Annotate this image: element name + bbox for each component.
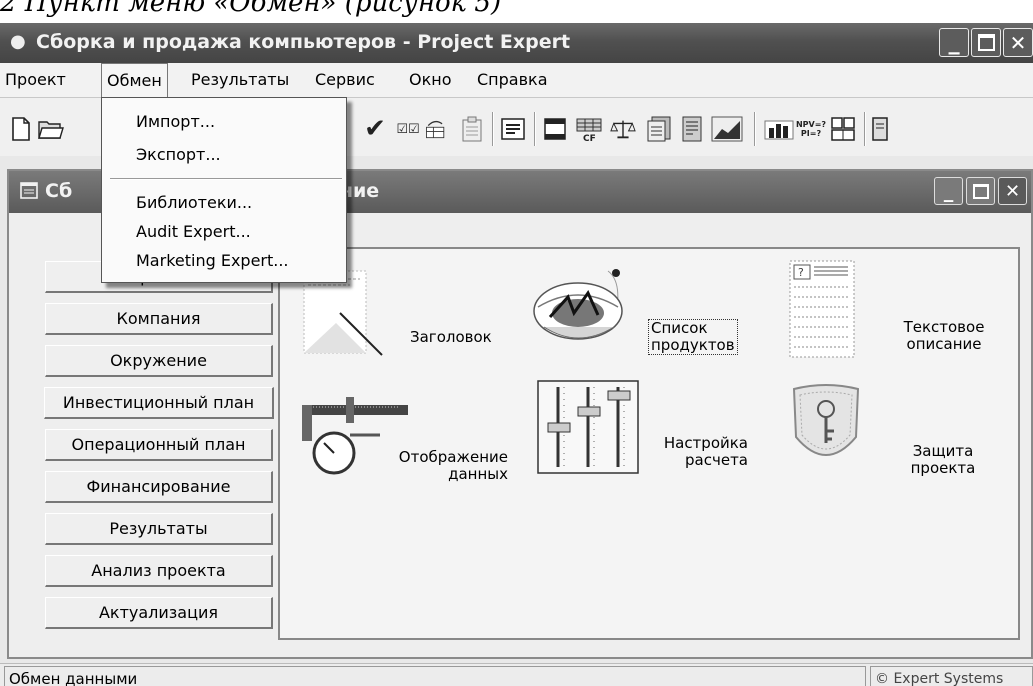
npv-pi-icon[interactable]: NPV=? PI=? [796, 116, 826, 142]
status-bar: Обмен данными © Expert Systems [0, 663, 1033, 686]
item-label-protection-line2: проекта [910, 459, 976, 477]
minimize-icon: ▁ [948, 38, 960, 55]
text-document-icon: ? [789, 260, 855, 358]
nav-project-analysis[interactable]: Анализ проекта [45, 555, 273, 587]
svg-text:?: ? [798, 266, 804, 279]
window-controls: ▁ ✕ [939, 28, 1033, 57]
nav-environment[interactable]: Окружение [45, 345, 273, 377]
menu-service[interactable]: Сервис [310, 63, 380, 97]
maximize-icon [977, 34, 995, 51]
data-display-label: Отображение данных [378, 449, 508, 483]
svg-text:CF: CF [583, 134, 596, 142]
menu-exchange[interactable]: Обмен [101, 63, 168, 97]
item-label-display-line1: Отображение [398, 448, 508, 466]
lightbulb-icon: ● [10, 31, 26, 52]
calculation-settings-item[interactable]: Настройка расчета [536, 377, 766, 487]
item-label-list-line1: Список [651, 319, 708, 337]
product-basket-icon [533, 269, 623, 340]
nav-results[interactable]: Результаты [45, 513, 273, 545]
item-label-display-line2: данных [448, 465, 508, 483]
menu-separator [110, 178, 342, 180]
minimize-button[interactable]: ▁ [939, 28, 969, 57]
bar-chart-icon[interactable] [764, 116, 794, 142]
item-label-protection-line1: Защита [912, 442, 974, 460]
title-bar[interactable]: ● Сборка и продажа компьютеров - Project… [0, 23, 1033, 63]
child-minimize-button[interactable]: ▁ [934, 177, 963, 205]
maximize-button[interactable] [971, 28, 1001, 57]
nav-company[interactable]: Компания [45, 303, 273, 335]
document-icon[interactable] [679, 116, 705, 142]
cashflow-chart-icon[interactable]: CF [573, 116, 605, 142]
status-message: Обмен данными [4, 666, 866, 686]
window-icon[interactable] [542, 116, 568, 142]
menu-bar: Проект Обмен Результаты Сервис Окно Спра… [0, 63, 1033, 98]
calculation-settings-label: Настройка расчета [648, 435, 748, 469]
item-label-settings-line2: расчета [685, 451, 748, 469]
close-icon: ✕ [1009, 30, 1027, 55]
line-chart-icon[interactable] [711, 116, 743, 142]
menu-item-libraries[interactable]: Библиотеки... [136, 193, 252, 212]
item-label-text-line1: Текстовое [903, 318, 985, 336]
toolbar-separator [492, 112, 494, 146]
nav-operational-plan[interactable]: Операционный план [45, 429, 273, 461]
window-title: Сборка и продажа компьютеров - Project E… [36, 31, 571, 53]
toolbar-separator [534, 112, 536, 146]
menu-item-marketing-expert[interactable]: Marketing Expert... [136, 251, 289, 270]
nav-actualization[interactable]: Актуализация [45, 597, 273, 629]
data-display-item[interactable]: Отображение данных [300, 391, 530, 501]
open-folder-icon[interactable] [38, 116, 64, 142]
menu-window[interactable]: Окно [404, 63, 457, 97]
menu-project[interactable]: Проект [0, 63, 71, 97]
notepad-icon [19, 180, 39, 205]
nav-financing[interactable]: Финансирование [45, 471, 273, 503]
child-maximize-button[interactable] [966, 177, 995, 205]
report-icon[interactable] [646, 116, 672, 142]
checkmark-icon[interactable]: ✔ [362, 114, 388, 144]
content-window-controls: ▁ ✕ [934, 177, 1027, 205]
nav-investment-plan[interactable]: Инвестиционный план [44, 387, 274, 419]
toolbar-separator [754, 112, 756, 146]
menu-item-audit-expert[interactable]: Audit Expert... [136, 222, 251, 241]
menu-help[interactable]: Справка [472, 63, 553, 97]
status-copyright: © Expert Systems [870, 666, 1033, 686]
product-list-item[interactable]: Список продуктов [528, 263, 758, 363]
menu-results[interactable]: Результаты [186, 63, 294, 97]
shield-key-icon [792, 384, 860, 456]
scales-icon[interactable] [610, 116, 636, 142]
new-document-icon[interactable] [8, 116, 34, 142]
text-description-item[interactable]: ? Текстовое описание [786, 257, 1018, 369]
exchange-dropdown-menu: Импорт... Экспорт... Библиотеки... Audit… [101, 97, 347, 283]
text-description-label: Текстовое описание [884, 319, 1004, 353]
table-grid-icon[interactable] [830, 116, 856, 142]
toolbar-separator [864, 112, 866, 146]
item-label-settings-line1: Настройка [663, 434, 748, 452]
figure-caption: 2 Пункт меню «Обмен» (рисунок 5) [0, 0, 502, 18]
product-list-label: Список продуктов [648, 319, 738, 355]
print-icon[interactable] [870, 116, 896, 142]
minimize-icon: ▁ [943, 188, 954, 202]
list-view-icon[interactable] [500, 116, 526, 142]
maximize-icon [972, 183, 989, 199]
project-protection-label: Защита проекта [898, 443, 988, 477]
child-close-button[interactable]: ✕ [998, 177, 1027, 205]
close-icon: ✕ [1004, 180, 1021, 202]
project-protection-item[interactable]: Защита проекта [786, 381, 1018, 491]
clipboard-icon[interactable] [459, 116, 485, 142]
menu-item-export[interactable]: Экспорт... [136, 145, 221, 164]
content-panel: Заголовок Список продуктов ? Текстовое о… [278, 247, 1020, 640]
item-label-list-line2: продуктов [651, 336, 735, 354]
sliders-icon [537, 380, 639, 474]
item-label-title: Заголовок [410, 328, 492, 346]
menu-item-import[interactable]: Импорт... [136, 112, 215, 131]
close-button[interactable]: ✕ [1003, 28, 1033, 57]
item-label-text-line2: описание [906, 335, 982, 353]
refresh-table-icon[interactable] [423, 116, 449, 142]
checkbox-pair-icon[interactable]: ☑☑ [393, 116, 423, 142]
